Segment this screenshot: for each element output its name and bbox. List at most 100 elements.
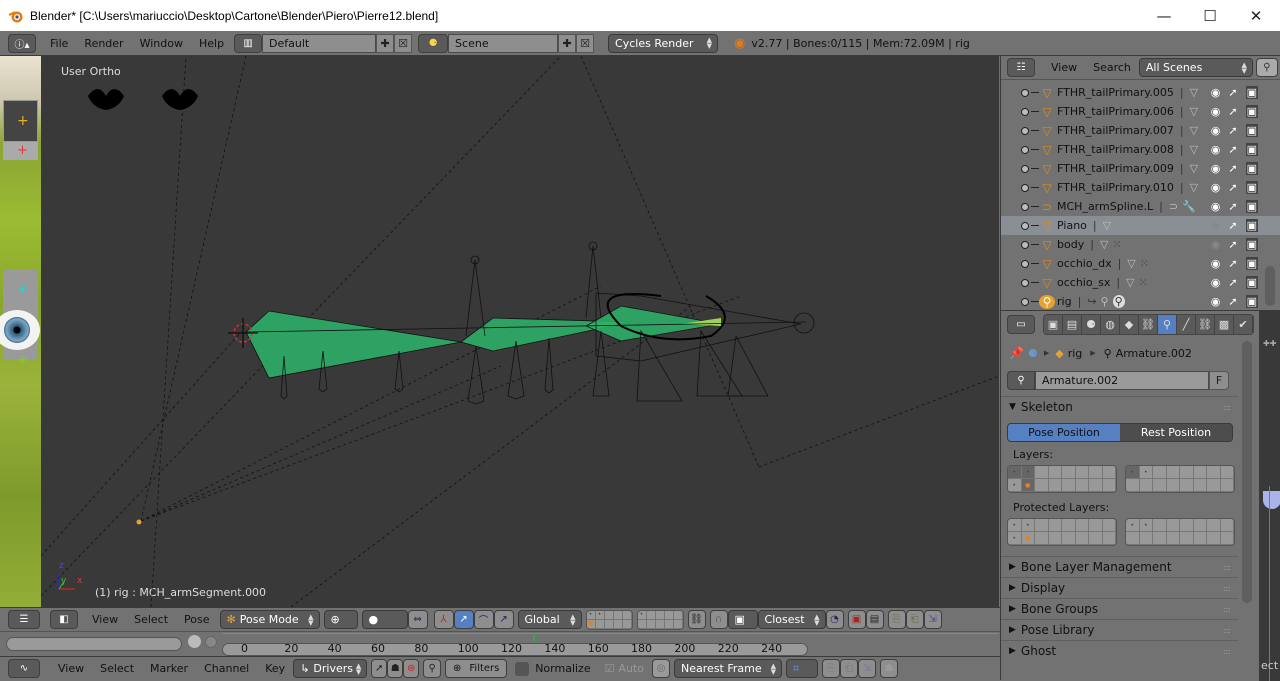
manipulator-toggle[interactable]: ⇔ (407, 610, 428, 629)
renderability-camera-icon[interactable]: ▣ (1245, 295, 1258, 308)
normalize-checkbox[interactable] (515, 661, 530, 676)
rest-position-button[interactable]: Rest Position (1120, 424, 1232, 441)
vertex-groups-icon[interactable]: ⁙ (1139, 276, 1148, 289)
renderability-camera-icon[interactable]: ▣ (1245, 257, 1258, 270)
snap-target-select[interactable]: Closest ▲ ▼ (757, 610, 826, 629)
add-layout-button[interactable]: ✚ (376, 33, 395, 53)
timeline-horizontal-scrollbar[interactable] (6, 637, 182, 651)
renderability-camera-icon[interactable]: ▣ (1245, 124, 1258, 137)
maximize-button[interactable]: ☐ (1187, 0, 1233, 31)
panel-bone-layer-management[interactable]: ▶ Bone Layer Management:::: (1001, 556, 1238, 577)
outliner-row[interactable]: ⚲ rig | ↪ ⚲ ⚲ ◉ ➚ ▣ (1001, 292, 1280, 311)
visibility-eye-icon[interactable]: ◉ (1211, 257, 1221, 270)
menu-view[interactable]: View (1043, 61, 1085, 74)
only-selected-toggle[interactable]: ➚ (371, 659, 388, 678)
search-toggle[interactable]: ⚲ (1255, 58, 1278, 77)
object-name[interactable]: FTHR_tailPrimary.005 (1057, 86, 1174, 99)
add-scene-button[interactable]: ✚ (558, 33, 577, 53)
scene-browse-button[interactable]: ⚈ (418, 33, 449, 53)
visibility-eye-icon[interactable]: ◉ (1211, 295, 1221, 308)
object-name[interactable]: FTHR_tailPrimary.010 (1057, 181, 1174, 194)
graph-mode-select[interactable]: ↳ Drivers ▲ ▼ (293, 659, 368, 678)
paste-keys-button[interactable]: ⎗ (840, 659, 859, 678)
selectability-cursor-icon[interactable]: ➚ (1228, 257, 1237, 270)
panel-display[interactable]: ▶ Display:::: (1001, 577, 1238, 598)
renderability-camera-icon[interactable]: ▣ (1245, 162, 1258, 175)
snap-toggle[interactable]: ∩ (709, 610, 728, 629)
region-toggle-icon[interactable]: ✚✚ (1263, 339, 1276, 348)
renderability-camera-icon[interactable]: ▣ (1245, 105, 1258, 118)
filters-button[interactable]: ⊕ Filters (445, 659, 508, 678)
renderability-camera-icon[interactable]: ▣ (1245, 143, 1258, 156)
renderability-camera-icon[interactable]: ▣ (1245, 86, 1258, 99)
expand-toggle[interactable] (1021, 259, 1029, 268)
editor-type-graph-button[interactable]: ∿ (8, 659, 40, 678)
selectability-cursor-icon[interactable]: ➚ (1228, 124, 1237, 137)
search-toggle[interactable]: ⚲ (423, 659, 442, 678)
mesh-data-icon[interactable]: ▽ (1127, 257, 1135, 270)
selectability-cursor-icon[interactable]: ➚ (1228, 162, 1237, 175)
remove-scene-button[interactable]: ☒ (576, 33, 595, 53)
pose-position-button[interactable]: Pose Position (1008, 424, 1120, 441)
copy-pose-button[interactable]: ⎘ (887, 610, 906, 629)
editor-type-info-button[interactable]: ⓘ▴ (8, 33, 36, 53)
menu-select[interactable]: Select (126, 613, 176, 626)
lock-layers-button[interactable]: ⛓ (687, 610, 706, 629)
auto-checkbox[interactable]: ☑ (605, 662, 615, 675)
renderability-camera-icon[interactable]: ▣ (1245, 219, 1258, 232)
armature-object-icon[interactable]: ⚲ (1112, 295, 1125, 308)
proportional-edit-button[interactable]: ◎ (652, 659, 671, 678)
menu-key[interactable]: Key (257, 662, 293, 675)
renderability-camera-icon[interactable]: ▣ (1245, 276, 1258, 289)
outliner-row[interactable]: ⊃ MCH_armSpline.L | ⊃ 🔧 ◉ ➚ ▣ (1001, 197, 1280, 216)
snap-element-select[interactable]: ▣ (727, 610, 758, 629)
auto-snap-select[interactable]: Nearest Frame ▲ ▼ (674, 659, 783, 678)
menu-pose[interactable]: Pose (176, 613, 217, 626)
tab-constraints[interactable]: ⛓ (1139, 314, 1158, 334)
expand-toggle[interactable] (1021, 126, 1029, 135)
tab-render[interactable]: ▣ (1044, 314, 1063, 334)
show-hidden-toggle[interactable]: ☗ (387, 659, 404, 678)
tab-bone[interactable]: ╱ (1177, 314, 1196, 334)
layout-browse-button[interactable]: ▥ (234, 33, 263, 53)
mesh-data-icon[interactable]: ▽ (1103, 219, 1111, 232)
render-still-button[interactable]: ▣ (847, 610, 866, 629)
armature-name-field[interactable]: Armature.002 (1035, 371, 1209, 390)
pose-icon[interactable]: ↪ (1087, 295, 1096, 308)
vertex-groups-icon[interactable]: ⁙ (1112, 238, 1121, 251)
editor-type-outliner-button[interactable]: ☷ (1007, 58, 1035, 77)
menu-select[interactable]: Select (92, 662, 142, 675)
protected-layers-right[interactable]: • • (1125, 518, 1235, 546)
remove-layout-button[interactable]: ☒ (394, 33, 413, 53)
expand-toggle[interactable] (1021, 297, 1029, 306)
visibility-eye-icon[interactable]: ◉ (1211, 276, 1221, 289)
tab-scene[interactable]: ⚈ (1082, 314, 1101, 334)
object-name[interactable]: MCH_armSpline.L (1057, 200, 1153, 213)
editor-type-properties-button[interactable]: ▭ (1007, 314, 1035, 334)
menu-search[interactable]: Search (1085, 61, 1139, 74)
browse-armature-button[interactable]: ⚲ (1007, 371, 1035, 390)
object-name[interactable]: FTHR_tailPrimary.006 (1057, 105, 1174, 118)
object-name[interactable]: FTHR_tailPrimary.007 (1057, 124, 1174, 137)
expand-toggle[interactable] (1021, 278, 1029, 287)
3d-viewport[interactable]: User Ortho (1) rig : MCH_armSegment.000 (41, 56, 999, 607)
properties-scrollbar[interactable] (1242, 341, 1252, 603)
scene-name-field[interactable]: Scene (448, 33, 559, 53)
drag-grip-icon[interactable]: :::: (1223, 605, 1231, 614)
outliner-row[interactable]: ▽ body | ▽ ⁙ ◉ ➚ ▣ (1001, 235, 1280, 254)
object-name[interactable]: FTHR_tailPrimary.008 (1057, 143, 1174, 156)
expand-toggle[interactable] (1021, 240, 1029, 249)
menu-window[interactable]: Window (132, 37, 191, 50)
menu-help[interactable]: Help (191, 37, 232, 50)
mode-select[interactable]: ✻ Pose Mode ▲ ▼ (219, 610, 320, 629)
tab-modifier[interactable]: ✔ (1234, 314, 1253, 334)
skeleton-panel-header[interactable]: ▼ Skeleton:::: (1001, 396, 1238, 417)
tab-object[interactable]: ◆ (1120, 314, 1139, 334)
mesh-data-icon[interactable]: ▽ (1190, 86, 1198, 99)
selectability-cursor-icon[interactable]: ➚ (1228, 295, 1237, 308)
visibility-eye-icon[interactable]: ◉ (1211, 219, 1221, 232)
renderability-camera-icon[interactable]: ▣ (1245, 238, 1258, 251)
tab-bone-constraints[interactable]: ⛓ (1196, 314, 1215, 334)
menu-channel[interactable]: Channel (196, 662, 257, 675)
mesh-data-icon[interactable]: ▽ (1190, 162, 1198, 175)
